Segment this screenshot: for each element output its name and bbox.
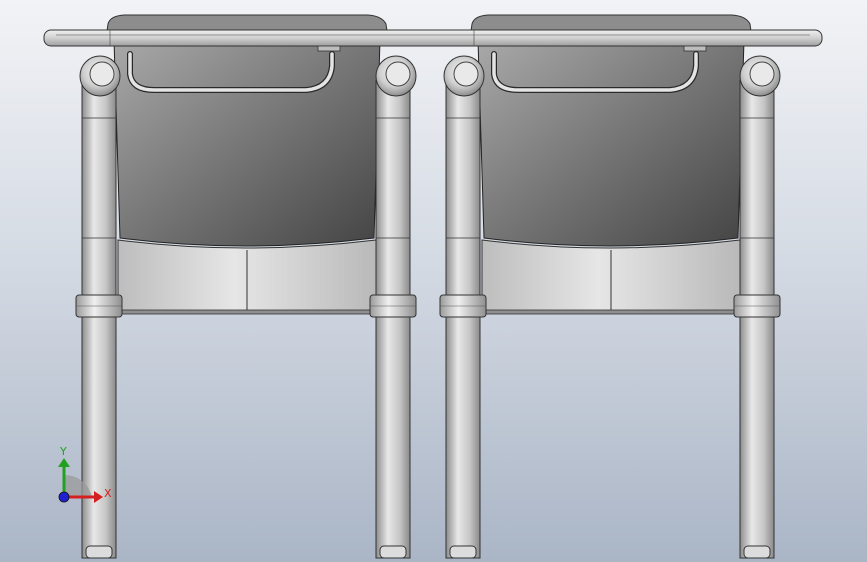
x-axis-label: X	[104, 487, 112, 500]
cad-viewport[interactable]: Y X	[0, 0, 867, 562]
cad-model-render[interactable]: Y X	[0, 0, 867, 562]
right-chair[interactable]	[440, 15, 780, 558]
y-axis-label: Y	[59, 445, 67, 458]
z-axis-dot	[58, 491, 70, 503]
left-chair[interactable]	[76, 15, 416, 558]
